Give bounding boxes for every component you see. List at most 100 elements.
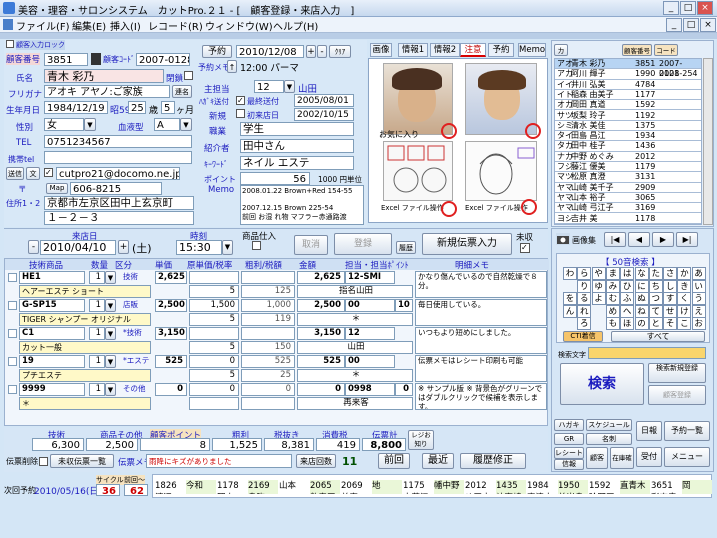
visit-date-minus[interactable]: - bbox=[28, 240, 39, 254]
sub-cost[interactable]: 5 bbox=[189, 313, 239, 326]
staff-dropdown-icon[interactable]: ▼ bbox=[284, 80, 295, 93]
unchecked-checkbox[interactable]: ✓ bbox=[520, 243, 530, 253]
customer-code-field[interactable]: 2007-0128 bbox=[136, 53, 190, 66]
slip-memo-field[interactable]: 雨降にキズがありました bbox=[146, 454, 292, 468]
kana-key[interactable]: ら bbox=[577, 267, 592, 280]
recent-customer[interactable]: 1984 恵清水 bbox=[527, 480, 557, 494]
all-button[interactable]: すべて bbox=[611, 331, 705, 342]
tab-caution[interactable]: 注意 bbox=[460, 43, 486, 57]
barcode-icon[interactable] bbox=[91, 53, 101, 65]
customer-list-row[interactable]: ナカ 中野 めぐみ 2012 bbox=[555, 152, 701, 162]
first-visit-date[interactable]: 2002/10/15 bbox=[294, 108, 354, 121]
reserve-list-button[interactable]: 予約一覧 bbox=[664, 421, 710, 441]
sub-cost[interactable]: 5 bbox=[189, 341, 239, 354]
qty-field[interactable]: 1 bbox=[89, 355, 105, 368]
price-field[interactable]: 3,150 bbox=[155, 327, 187, 340]
staff-field[interactable]: 12-SMI bbox=[345, 271, 395, 284]
menu-edit[interactable]: 編集(E) bbox=[72, 18, 106, 33]
list-scrollbar[interactable] bbox=[703, 58, 713, 225]
customer-list-row[interactable]: アカ 阿川 輝子 1990 2001-254 bbox=[555, 69, 701, 80]
kana-key[interactable]: な bbox=[634, 267, 649, 280]
menu-insert[interactable]: 挿入(I) bbox=[110, 18, 141, 33]
job-field[interactable]: 学生 bbox=[240, 122, 354, 136]
type-label[interactable]: *エステ bbox=[121, 355, 151, 368]
reserve-date-field[interactable]: 2010/12/08 bbox=[236, 45, 304, 58]
type-label[interactable]: その他 bbox=[121, 383, 151, 396]
kana-key[interactable]: ね bbox=[634, 304, 649, 318]
menu-button[interactable]: メニュー bbox=[664, 447, 710, 467]
customer-list-row[interactable]: タカ 田中 桂子 1436 bbox=[555, 141, 701, 152]
kana-key[interactable]: め bbox=[605, 304, 620, 318]
sub-item-name[interactable]: プチエステ bbox=[19, 369, 151, 382]
kana-key[interactable]: は bbox=[620, 267, 635, 280]
row-checkbox[interactable] bbox=[8, 329, 17, 338]
recent-customer[interactable]: 2169 島弥 bbox=[248, 480, 278, 494]
joint-name-button[interactable]: 連名 bbox=[172, 85, 192, 98]
tab-info1[interactable]: 情報1 bbox=[398, 43, 428, 57]
customer-list-row[interactable]: イイ 井川 弘美 4784 bbox=[555, 80, 701, 90]
kana-key[interactable]: ゆ bbox=[591, 279, 606, 293]
point-field[interactable]: 56 bbox=[240, 172, 310, 185]
qty-dropdown-icon[interactable]: ▼ bbox=[105, 383, 116, 396]
recent-customer[interactable]: 幡中野 bbox=[434, 480, 464, 494]
staff-point[interactable]: 10 bbox=[395, 299, 413, 312]
kana-key[interactable]: と bbox=[648, 317, 663, 331]
inner-maximize-button[interactable]: □ bbox=[683, 18, 699, 32]
price-field[interactable]: 0 bbox=[155, 383, 187, 396]
profit-field[interactable]: 525 bbox=[241, 355, 295, 368]
cost-field[interactable]: 1,500 bbox=[189, 299, 239, 312]
customer-photo-1[interactable] bbox=[383, 63, 453, 135]
stylesheet-image[interactable] bbox=[383, 141, 453, 201]
sex-dropdown-icon[interactable]: ▼ bbox=[84, 118, 96, 131]
nav-first-button[interactable]: |◀ bbox=[604, 232, 626, 247]
sub-cost[interactable]: 5 bbox=[189, 285, 239, 298]
kana-key[interactable]: に bbox=[634, 279, 649, 293]
type-label[interactable]: 店販 bbox=[121, 299, 151, 312]
last-send-checkbox[interactable]: ✓ bbox=[236, 96, 245, 105]
tab-image[interactable]: 画像 bbox=[370, 43, 392, 57]
reserve-button[interactable]: 予約 bbox=[202, 45, 232, 58]
qty-field[interactable]: 1 bbox=[89, 299, 105, 312]
customer-list-row[interactable]: サツ 坂梨 玲子 1192 bbox=[555, 111, 701, 121]
recent-customer[interactable]: 1826 渡辺 bbox=[155, 480, 185, 494]
customer-list-row[interactable]: ヤマ 山崎 弓江子 3169 bbox=[555, 203, 701, 214]
visit-date-plus[interactable]: + bbox=[118, 240, 129, 254]
recent-customer[interactable]: 今和 bbox=[186, 480, 216, 494]
recent-customer[interactable]: 3651 彩吉青山 bbox=[651, 480, 681, 494]
kana-key[interactable]: き bbox=[677, 279, 692, 293]
camera-icon[interactable] bbox=[556, 233, 570, 245]
kana-key[interactable]: さ bbox=[663, 267, 678, 280]
previous-button[interactable]: 前回 bbox=[378, 453, 410, 469]
customer-list-row[interactable]: ヤマ 山本 裕子 3065 bbox=[555, 193, 701, 204]
kana-key[interactable]: ぬ bbox=[634, 292, 649, 306]
stock-check-button[interactable]: 在庫確認 bbox=[610, 447, 634, 482]
nav-last-button[interactable]: ▶| bbox=[676, 232, 698, 247]
sub-cost[interactable] bbox=[189, 397, 239, 410]
new-slip-button[interactable]: 新規伝票入力 bbox=[422, 233, 512, 255]
kana-key[interactable]: れ bbox=[577, 304, 592, 318]
last-send-date[interactable]: 2005/08/01 bbox=[294, 94, 354, 107]
recent-customer[interactable]: 山本 bbox=[279, 480, 309, 494]
kana-key[interactable]: り bbox=[577, 279, 592, 293]
list-sort-code-button[interactable]: コード bbox=[654, 44, 678, 56]
date-minus-button[interactable]: - bbox=[317, 45, 327, 58]
kana-key[interactable]: へ bbox=[620, 304, 635, 318]
memo-field[interactable]: かなり傷んでいるので自然乾燥で８分。 bbox=[415, 271, 547, 298]
kana-key[interactable]: も bbox=[605, 317, 620, 331]
price-field[interactable]: 525 bbox=[155, 355, 187, 368]
recent-customer[interactable]: 直青木 bbox=[620, 480, 650, 494]
profit-field[interactable]: 0 bbox=[241, 383, 295, 396]
sub-item-name[interactable]: カット一般 bbox=[19, 341, 151, 354]
kana-key[interactable]: ち bbox=[648, 279, 663, 293]
kana-key[interactable]: ほ bbox=[620, 317, 635, 331]
kana-key[interactable]: ん bbox=[563, 304, 577, 318]
kana-key[interactable]: ひ bbox=[620, 279, 635, 293]
qty-dropdown-icon[interactable]: ▼ bbox=[105, 299, 116, 312]
kana-key[interactable]: る bbox=[577, 292, 592, 306]
sub-staff[interactable]: 指名山田 bbox=[297, 285, 413, 298]
search-new-register-button[interactable]: 検索新規登録 bbox=[648, 363, 706, 383]
mail-text-button[interactable]: 文 bbox=[26, 167, 40, 180]
memo-field[interactable]: いつもより短めにしました。 bbox=[415, 327, 547, 354]
first-visit-checkbox[interactable] bbox=[236, 109, 245, 118]
customer-list-row[interactable]: タイ 田島 昌江 1934 bbox=[555, 131, 701, 142]
